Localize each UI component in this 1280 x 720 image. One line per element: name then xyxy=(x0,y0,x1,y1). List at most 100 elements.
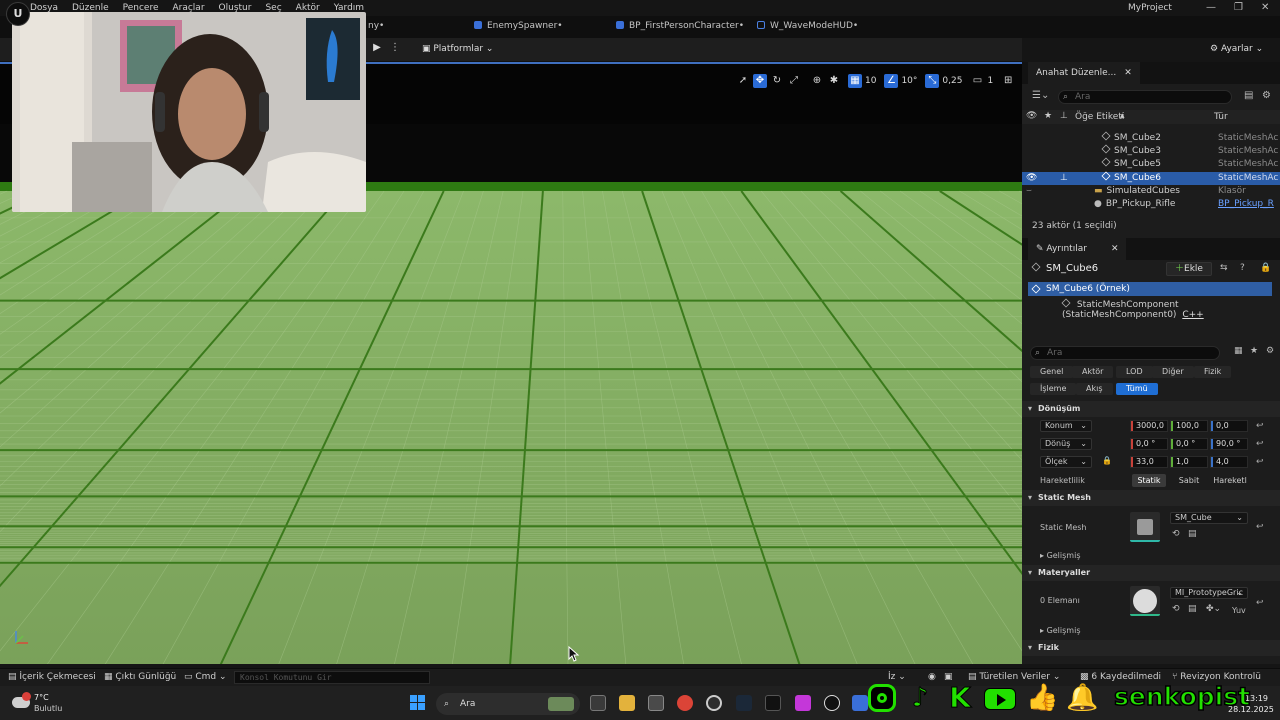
favorite-star-icon[interactable]: ★ xyxy=(1250,346,1258,356)
tab-outliner[interactable]: Anahat Düzenle... ✕ xyxy=(1028,62,1140,84)
blueprint-convert-icon[interactable]: ⇆ xyxy=(1220,263,1228,273)
scale-y-field[interactable]: 1,0 xyxy=(1170,456,1208,468)
play-options-icon[interactable]: ⋮ xyxy=(390,42,400,53)
filter-rendering[interactable]: İşleme xyxy=(1030,383,1077,395)
static-mesh-dropdown[interactable]: SM_Cube ⌄ xyxy=(1170,512,1248,524)
mobility-stationary-toggle[interactable]: Sabit xyxy=(1172,474,1206,487)
materials-advanced[interactable]: ▸ Gelişmiş xyxy=(1040,626,1080,635)
row-type-link[interactable]: BP_Pickup_R xyxy=(1218,198,1274,211)
component-row[interactable]: StaticMeshComponent (StaticMeshComponent… xyxy=(1061,298,1280,320)
outliner-row-bp-pickup-rifle[interactable]: ● BP_Pickup_Rifle BP_Pickup_R xyxy=(1022,198,1280,211)
reset-static-mesh-icon[interactable]: ↩ xyxy=(1256,522,1264,532)
visibility-icon[interactable]: 👁 xyxy=(1026,111,1037,121)
settings-menu[interactable]: ⚙ Ayarlar ⌄ xyxy=(1210,44,1263,54)
select-mode-icon[interactable]: ➚ xyxy=(736,74,750,88)
grid-snap-icon[interactable]: ▦ xyxy=(848,74,862,88)
obs-icon[interactable] xyxy=(706,695,722,711)
materials-section[interactable]: ▾ Materyaller xyxy=(1022,565,1280,581)
pin-icon[interactable]: ⊥ xyxy=(1060,111,1068,121)
output-log-button[interactable]: ▦ Çıktı Günlüğü xyxy=(104,672,176,682)
outliner-row-sm-cube5[interactable]: SM_Cube5 StaticMeshAc xyxy=(1022,157,1280,171)
console-input[interactable]: Konsol Komutunu Gir xyxy=(234,671,430,684)
app-icon[interactable] xyxy=(795,695,811,711)
scale-mode-icon[interactable]: ⤢ xyxy=(787,74,801,88)
scale-x-field[interactable]: 33,0 xyxy=(1130,456,1168,468)
find-in-browser-icon[interactable]: ▤ xyxy=(1188,529,1197,539)
details-settings-icon[interactable]: ⚙ xyxy=(1266,346,1274,356)
grid-snap-value[interactable]: 10 xyxy=(865,76,876,86)
location-y-field[interactable]: 100,0 xyxy=(1170,420,1208,432)
platforms-menu[interactable]: ▣ Platformlar ⌄ xyxy=(422,44,493,54)
rotation-snap-value[interactable]: 10° xyxy=(901,76,917,86)
outliner-row-sm-cube3[interactable]: SM_Cube3 StaticMeshAc xyxy=(1022,144,1280,158)
static-mesh-thumbnail[interactable] xyxy=(1130,512,1160,542)
play-button[interactable]: ▶ xyxy=(368,42,386,58)
expand-icon[interactable]: ⌣ xyxy=(1026,185,1032,198)
location-z-field[interactable]: 0,0 xyxy=(1210,420,1248,432)
browse-asset-icon[interactable]: ⟲ xyxy=(1172,604,1180,614)
chrome-icon[interactable] xyxy=(677,695,693,711)
taskbar-search[interactable]: ⌕ Ara xyxy=(436,693,580,715)
translate-mode-icon[interactable]: ✥ xyxy=(753,74,767,88)
column-type[interactable]: Tür xyxy=(1214,112,1228,122)
add-folder-icon[interactable]: ▤ xyxy=(1244,90,1253,101)
tab-first-person-character[interactable]: BP_FirstPersonCharacter• xyxy=(616,21,744,31)
material-thumbnail[interactable] xyxy=(1130,586,1160,616)
mobility-static-toggle[interactable]: Statik xyxy=(1132,474,1166,487)
minimize-icon[interactable]: — xyxy=(1206,2,1216,13)
rotation-y-field[interactable]: 0,0 ° xyxy=(1170,438,1208,450)
outliner-row-simulated-cubes[interactable]: ⌣ ▬ SimulatedCubes Klasör xyxy=(1022,185,1280,198)
location-x-field[interactable]: 3000,0 xyxy=(1130,420,1168,432)
filter-icon[interactable]: ☰⌄ xyxy=(1032,90,1049,101)
rotation-mode-dropdown[interactable]: Dönüş ⌄ xyxy=(1040,438,1092,450)
mobility-movable-toggle[interactable]: Hareketl xyxy=(1210,474,1250,487)
scale-z-field[interactable]: 4,0 xyxy=(1210,456,1248,468)
tab-enemy-spawner[interactable]: EnemySpawner• xyxy=(474,21,563,31)
close-tab-icon[interactable]: ✕ xyxy=(1124,68,1132,78)
epic-games-icon[interactable] xyxy=(765,695,781,711)
rotation-snap-icon[interactable]: ∠ xyxy=(884,74,899,88)
outliner-row-sm-cube2[interactable]: SM_Cube2 StaticMeshAc xyxy=(1022,131,1280,145)
location-mode-dropdown[interactable]: Konum ⌄ xyxy=(1040,420,1092,432)
filter-actor[interactable]: Aktör xyxy=(1072,366,1114,378)
reset-location-icon[interactable]: ↩ xyxy=(1256,421,1264,431)
windows-start-icon[interactable] xyxy=(410,695,426,711)
star-icon[interactable]: ★ xyxy=(1044,111,1052,121)
static-mesh-advanced[interactable]: ▸ Gelişmiş xyxy=(1040,551,1080,560)
filter-streaming[interactable]: Akış xyxy=(1076,383,1113,395)
material-dropdown[interactable]: MI_PrototypeGric ⌄ xyxy=(1170,587,1248,599)
close-icon[interactable]: ✕ xyxy=(1261,2,1269,13)
tab-level[interactable]: ny• xyxy=(368,21,384,31)
filter-other[interactable]: Diğer xyxy=(1152,366,1194,378)
camera-speed-value[interactable]: 1 xyxy=(987,76,993,86)
reset-rotation-icon[interactable]: ↩ xyxy=(1256,439,1264,449)
tab-wave-mode-hud[interactable]: W_WaveModeHUD• xyxy=(757,21,858,31)
pin-icon[interactable]: ⊥ xyxy=(1060,172,1068,185)
store-icon[interactable] xyxy=(648,695,664,711)
outliner-search-input[interactable]: ⌕ Ara xyxy=(1058,90,1232,104)
unreal-logo[interactable]: U xyxy=(6,2,30,26)
reset-scale-icon[interactable]: ↩ xyxy=(1256,457,1264,467)
outliner-settings-icon[interactable]: ⚙ xyxy=(1262,90,1271,101)
filter-all[interactable]: Tümü xyxy=(1116,383,1158,395)
outliner-row-sm-cube6[interactable]: 👁 ⊥ SM_Cube6 StaticMeshAc xyxy=(1022,171,1280,185)
task-view-icon[interactable] xyxy=(590,695,606,711)
lock-icon[interactable]: 🔒 xyxy=(1260,263,1271,273)
cmd-dropdown[interactable]: ▭ Cmd ⌄ xyxy=(184,672,227,682)
viewport-layout-icon[interactable]: ⊞ xyxy=(1001,74,1015,88)
scale-snap-icon[interactable]: ⤡ xyxy=(925,74,940,88)
content-drawer-button[interactable]: ▤ İçerik Çekmecesi xyxy=(8,672,96,682)
rotation-x-field[interactable]: 0,0 ° xyxy=(1130,438,1168,450)
steam-icon[interactable] xyxy=(736,695,752,711)
filter-physics[interactable]: Fizik xyxy=(1194,366,1232,378)
static-mesh-section[interactable]: ▾ Static Mesh xyxy=(1022,490,1280,506)
filter-general[interactable]: Genel xyxy=(1030,366,1074,378)
scale-snap-value[interactable]: 0,25 xyxy=(942,76,962,86)
world-space-icon[interactable]: ⊕ xyxy=(810,74,824,88)
help-icon[interactable]: ? xyxy=(1240,263,1245,273)
scale-lock-icon[interactable]: 🔒 xyxy=(1102,456,1112,465)
unreal-taskbar-icon[interactable] xyxy=(824,695,840,711)
cpp-link[interactable]: C++ xyxy=(1182,310,1203,320)
column-label[interactable]: Öğe Etiketi xyxy=(1075,112,1124,122)
details-search-input[interactable]: ⌕ Ara xyxy=(1030,346,1220,360)
